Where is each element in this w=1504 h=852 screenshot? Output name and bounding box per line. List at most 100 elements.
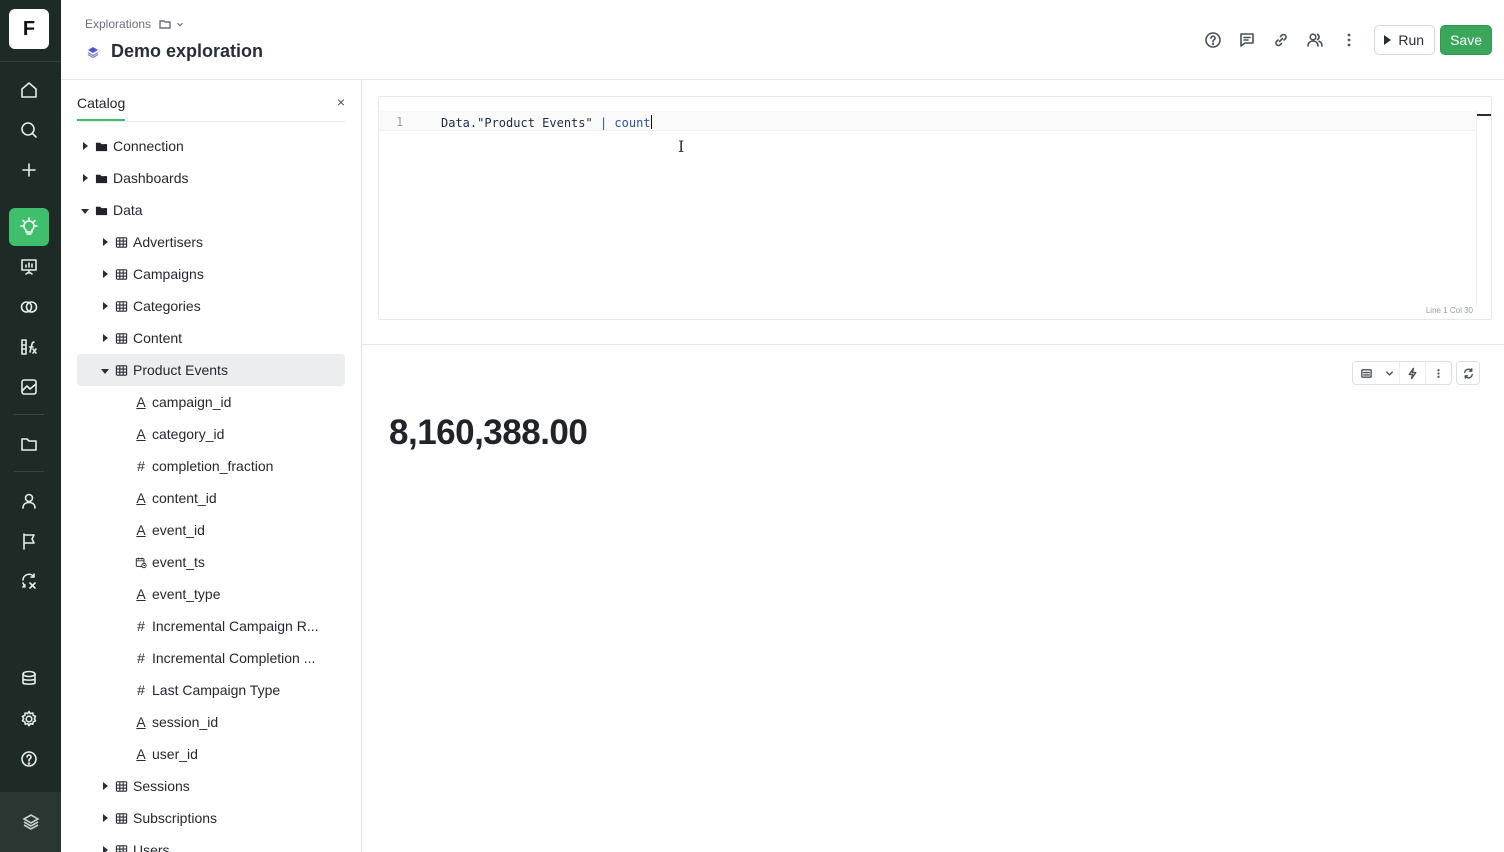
result-value: 8,160,388.00 (389, 413, 588, 452)
catalog-field-campaign-id[interactable]: Acampaign_id (77, 386, 345, 418)
caret-right-icon[interactable] (103, 238, 108, 246)
minimize-icon[interactable] (1477, 114, 1491, 116)
folder-icon (159, 20, 171, 29)
catalog-item-label: Campaigns (133, 266, 204, 282)
caret-right-icon[interactable] (83, 142, 88, 150)
app-logo[interactable]: F (9, 9, 49, 49)
caret-down-icon[interactable] (81, 208, 89, 214)
catalog-table-sessions[interactable]: Sessions (77, 770, 345, 802)
catalog-item-label: Data (113, 202, 143, 218)
caret-down-icon[interactable] (101, 368, 109, 374)
sync-icon[interactable] (9, 562, 49, 600)
catalog-table-content[interactable]: Content (77, 322, 345, 354)
home-icon[interactable] (9, 71, 49, 109)
catalog-field-content-id[interactable]: Acontent_id (77, 482, 345, 514)
code-editor[interactable]: 1 Data."Product Events" | count Line 1 C… (378, 96, 1492, 320)
database-icon[interactable] (9, 660, 49, 698)
string-type-icon: A (136, 746, 146, 762)
close-icon[interactable]: × (337, 94, 345, 110)
users-icon[interactable] (1298, 25, 1332, 55)
catalog-folder-connection[interactable]: Connection (77, 130, 345, 162)
caret-right-icon[interactable] (83, 174, 88, 182)
caret-right-icon[interactable] (103, 302, 108, 310)
table-icon[interactable] (1353, 362, 1379, 384)
catalog-item-label: Categories (133, 298, 201, 314)
cursor-position: Line 1 Col 30 (1425, 306, 1473, 315)
catalog-field-last-campaign-type[interactable]: # Last Campaign Type (77, 674, 345, 706)
string-type-icon: A (136, 426, 146, 442)
catalog-field-user-id[interactable]: Auser_id (77, 738, 345, 770)
panel-divider[interactable] (362, 344, 1504, 345)
catalog-field-incremental-completion[interactable]: # Incremental Completion ... (77, 642, 345, 674)
catalog-folder-data[interactable]: Data (77, 194, 345, 226)
venn-icon[interactable] (9, 288, 49, 326)
run-label: Run (1398, 32, 1425, 48)
caret-right-icon[interactable] (103, 846, 108, 852)
catalog-field-session-id[interactable]: Asession_id (77, 706, 345, 738)
rail-divider (14, 471, 44, 472)
table-icon (114, 267, 128, 281)
number-type-icon: # (137, 650, 145, 666)
app-root: F Explorations Demo exploration Run Save… (0, 0, 1504, 852)
presentation-icon[interactable] (9, 248, 49, 286)
code-token-data: Data. (441, 116, 478, 130)
catalog-table-categories[interactable]: Categories (77, 290, 345, 322)
catalog-tab[interactable]: Catalog (77, 95, 126, 121)
catalog-field-event-id[interactable]: Aevent_id (77, 514, 345, 546)
refresh-button[interactable] (1456, 361, 1480, 385)
save-button[interactable]: Save (1440, 25, 1492, 55)
breadcrumb[interactable]: Explorations (85, 17, 185, 31)
code-line[interactable]: Data."Product Events" | count (441, 115, 652, 130)
caret-right-icon[interactable] (103, 334, 108, 342)
catalog-table-campaigns[interactable]: Campaigns (77, 258, 345, 290)
line-number: 1 (396, 115, 404, 129)
lightning-icon[interactable] (1399, 362, 1425, 384)
caret-right-icon[interactable] (103, 814, 108, 822)
catalog-folder-dashboards[interactable]: Dashboards (77, 162, 345, 194)
more-vertical-icon[interactable] (1425, 362, 1451, 384)
breadcrumb-explorations[interactable]: Explorations (85, 17, 151, 31)
page-title: Demo exploration (85, 41, 263, 62)
chevron-down-icon[interactable] (1379, 362, 1399, 384)
number-type-icon: # (137, 458, 145, 474)
more-vertical-icon[interactable] (1332, 25, 1366, 55)
table-icon (114, 299, 128, 313)
editor-scrollbar[interactable] (1476, 111, 1477, 307)
link-icon[interactable] (1264, 25, 1298, 55)
run-button[interactable]: Run (1374, 25, 1436, 55)
catalog-item-label: Incremental Completion ... (152, 650, 316, 666)
brand-icon[interactable] (0, 792, 61, 852)
catalog-table-advertisers[interactable]: Advertisers (77, 226, 345, 258)
search-icon[interactable] (9, 111, 49, 149)
function-icon[interactable] (9, 328, 49, 366)
help-icon[interactable] (9, 740, 49, 778)
refresh-icon[interactable] (1457, 362, 1479, 384)
catalog-field-incremental-campaign-r[interactable]: # Incremental Campaign R... (77, 610, 345, 642)
catalog-table-subscriptions[interactable]: Subscriptions (77, 802, 345, 834)
catalog-item-label: Connection (113, 138, 184, 154)
comment-icon[interactable] (1230, 25, 1264, 55)
catalog-table-users[interactable]: Users (77, 834, 345, 852)
folder-icon[interactable] (9, 425, 49, 463)
catalog-header: Catalog × (77, 80, 345, 122)
catalog-field-category-id[interactable]: Acategory_id (77, 418, 345, 450)
lightbulb-icon[interactable] (9, 208, 49, 246)
code-token-string: "Product Events" (477, 116, 593, 130)
catalog-field-event-ts[interactable]: event_ts (77, 546, 345, 578)
user-icon[interactable] (9, 482, 49, 520)
plus-icon[interactable] (9, 151, 49, 189)
image-chart-icon[interactable] (9, 368, 49, 406)
number-type-icon: # (137, 682, 145, 698)
text-cursor (650, 115, 652, 129)
catalog-field-event-type[interactable]: Aevent_type (77, 578, 345, 610)
help-circle-icon[interactable] (1196, 25, 1230, 55)
catalog-item-label: event_type (152, 586, 221, 602)
catalog-item-label: Incremental Campaign R... (152, 618, 319, 634)
catalog-field-completion-fraction[interactable]: # completion_fraction (77, 450, 345, 482)
caret-right-icon[interactable] (103, 270, 108, 278)
gear-icon[interactable] (9, 700, 49, 738)
catalog-table-product-events[interactable]: Product Events (77, 354, 345, 386)
visualization-picker[interactable] (1352, 361, 1452, 385)
flag-icon[interactable] (9, 522, 49, 560)
caret-right-icon[interactable] (103, 782, 108, 790)
